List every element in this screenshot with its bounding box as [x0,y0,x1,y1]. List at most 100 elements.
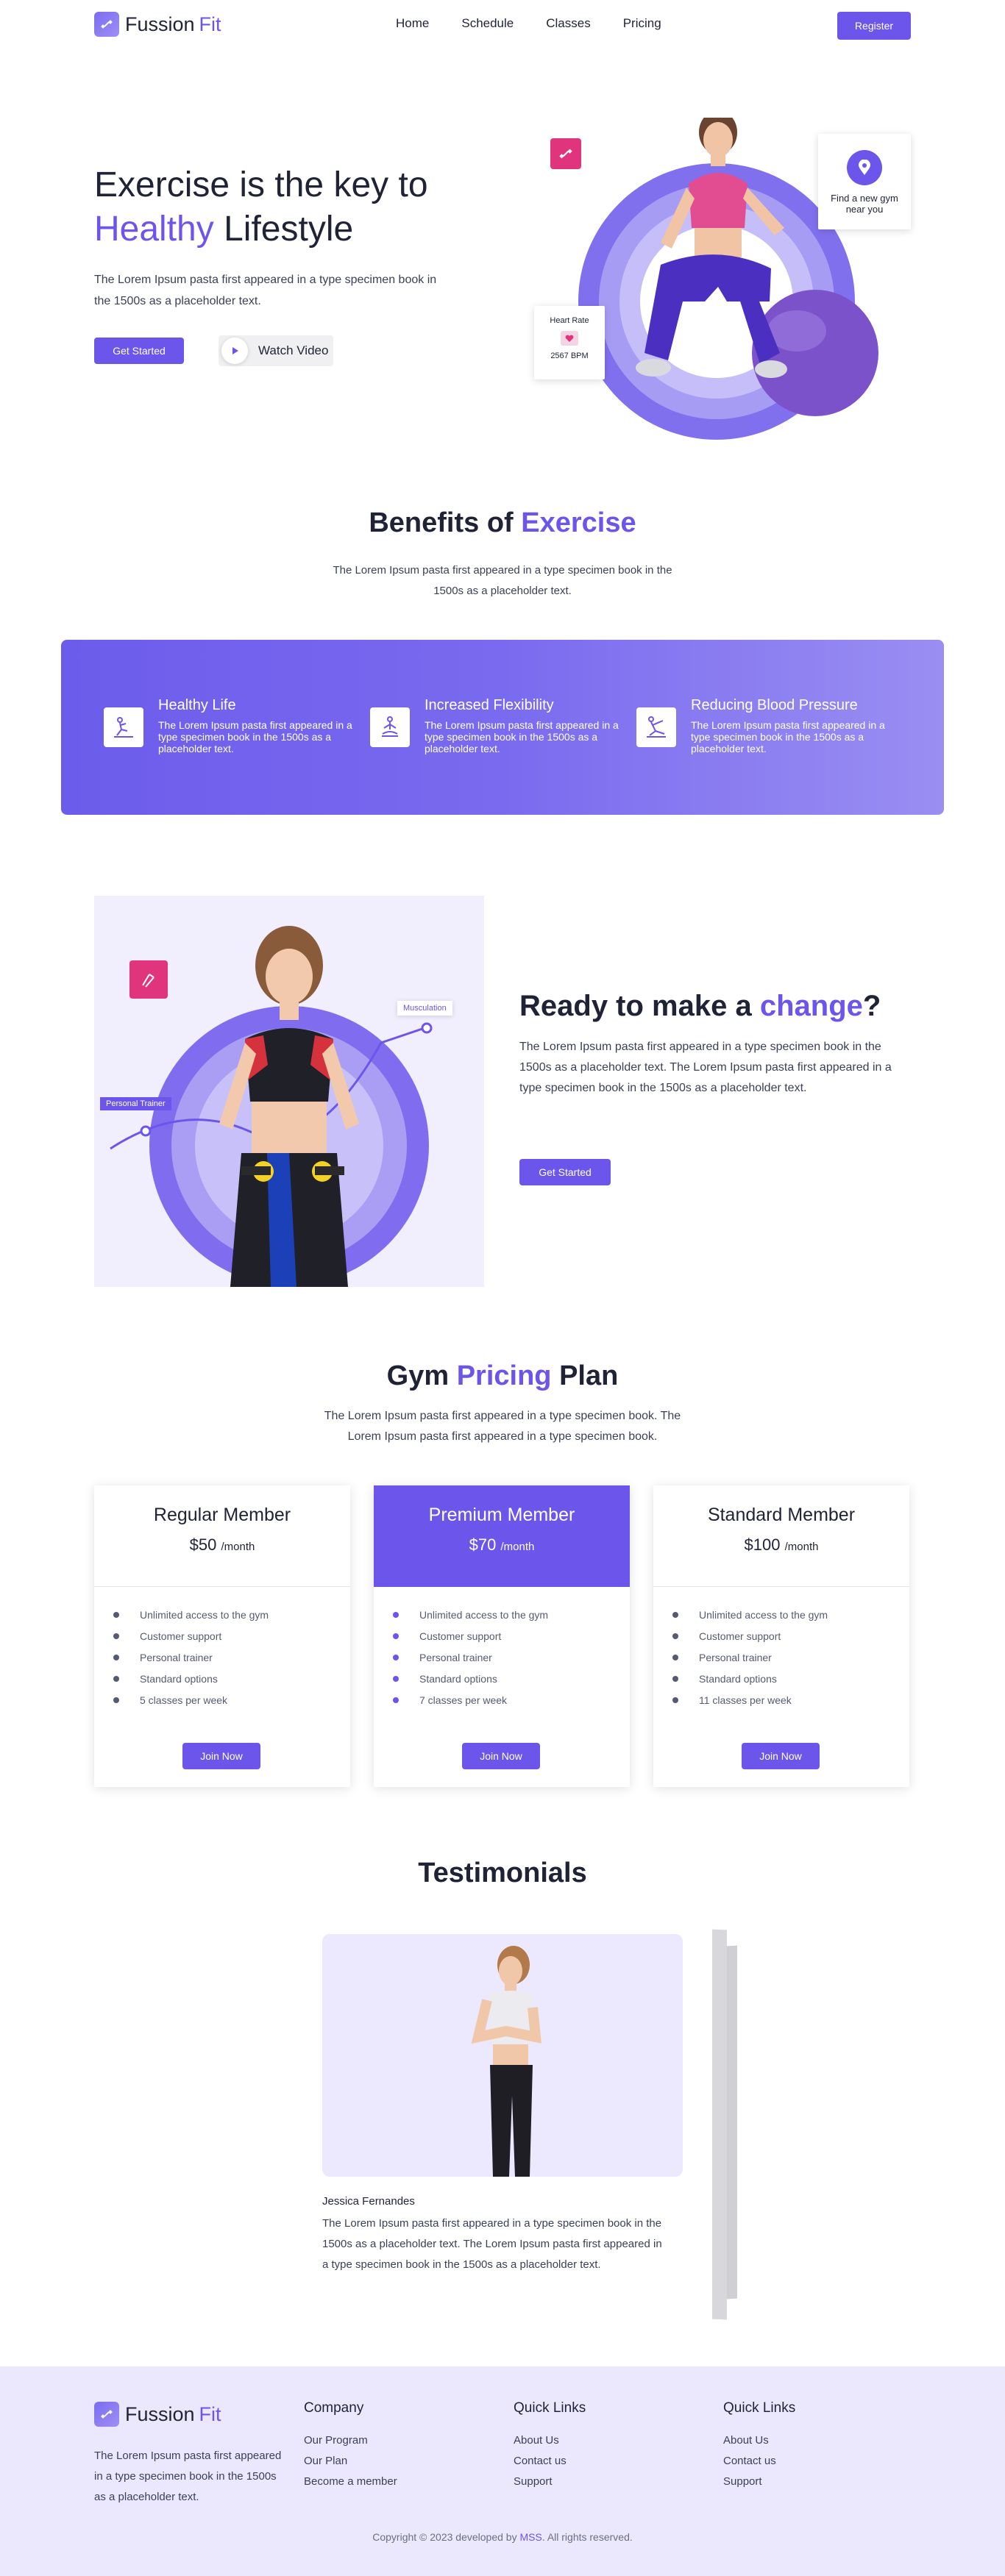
grip-badge-icon [129,960,168,999]
footer-link[interactable]: Contact us [514,2455,567,2475]
benefit-item: Healthy Life The Lorem Ipsum pasta first… [104,697,369,756]
pricing-title: Gym Pricing Plan [0,1360,1005,1392]
trainer-athlete-image [110,926,433,1287]
join-now-button[interactable]: Join Now [742,1743,820,1769]
location-pin-icon [847,150,882,185]
logo-main: Fussion [125,2402,195,2425]
hero-title-accent: Healthy [94,210,214,249]
gym-finder-label: Find a new gym near you [831,193,898,215]
copyright-brand-link[interactable]: MSS [519,2531,541,2543]
hero-title-rest: Lifestyle [213,210,354,249]
pricing-title-accent: Pricing [456,1360,552,1391]
plan-price-value: $70 [469,1535,497,1554]
join-now-button[interactable]: Join Now [462,1743,540,1769]
testimonial-photo [471,1946,541,2177]
logo-accent: Fit [199,13,221,35]
stretching-icon [636,707,676,747]
plan-feature: Unlimited access to the gym [672,1608,828,1629]
plan-price-period: /month [500,1541,535,1553]
footer-link[interactable]: About Us [514,2434,567,2455]
plan-feature: Customer support [113,1629,269,1650]
join-now-button[interactable]: Join Now [182,1743,260,1769]
benefit-item: Increased Flexibility The Lorem Ipsum pa… [370,697,635,756]
nav-link-home[interactable]: Home [396,16,429,31]
footer-link[interactable]: Become a member [304,2475,397,2496]
benefit-title: Reducing Blood Pressure [691,697,858,713]
footer-links: Our Program Our Plan Become a member [304,2434,397,2496]
change-title-end: ? [862,990,881,1022]
heart-icon [561,331,578,346]
benefits-title-accent: Exercise [521,507,636,538]
pricing-title-main: Gym [386,1360,457,1391]
plan-feature: Standard options [672,1671,828,1693]
logo-main: Fussion [125,13,195,35]
copyright: Copyright © 2023 developed by MSS. All r… [0,2531,1005,2543]
nav-link-schedule[interactable]: Schedule [461,16,514,31]
plan-card-regular: Regular Member $50 /month Unlimited acce… [94,1485,350,1787]
change-get-started-button[interactable]: Get Started [519,1159,611,1185]
footer-about: The Lorem Ipsum pasta first appeared in … [94,2450,282,2503]
plan-card-standard: Standard Member $100 /month Unlimited ac… [653,1485,909,1787]
plan-header: Premium Member $70 /month [374,1485,630,1587]
change-image: Personal Trainer Musculation [94,896,484,1287]
personal-trainer-tag: Personal Trainer [100,1097,171,1110]
plan-feature: Standard options [113,1671,269,1693]
benefits-title: Benefits of Exercise [0,507,1005,539]
gym-finder-card[interactable]: Find a new gym near you [818,134,911,229]
plan-price-period: /month [784,1541,819,1553]
footer-link[interactable]: Our Program [304,2434,397,2455]
benefits-text: The Lorem Ipsum pasta first appeared in … [333,564,672,597]
plan-price: $70 /month [374,1535,630,1555]
footer-logo[interactable]: Fussion Fit [94,2402,221,2427]
footer-link[interactable]: Contact us [723,2455,776,2475]
heart-rate-value: 2567 BPM [550,352,589,360]
plan-feature: Personal trainer [393,1650,548,1671]
footer-link[interactable]: Our Plan [304,2455,397,2475]
testimonial-text: The Lorem Ipsum pasta first appeared in … [322,2217,662,2271]
meditation-icon [370,707,410,747]
footer-link[interactable]: About Us [723,2434,776,2455]
nav-link-pricing[interactable]: Pricing [623,16,661,31]
plan-name: Regular Member [153,1505,291,1525]
exercise-icon [104,707,143,747]
footer-link[interactable]: Support [514,2475,567,2496]
plan-feature: 5 classes per week [113,1693,269,1714]
plan-feature: 7 classes per week [393,1693,548,1714]
change-title-main: Ready to make a [519,990,760,1022]
footer-link[interactable]: Support [723,2475,776,2496]
dumbbell-icon [94,2402,119,2427]
plan-name: Premium Member [428,1505,575,1525]
plan-header: Standard Member $100 /month [653,1485,909,1587]
plan-feature: Unlimited access to the gym [393,1608,548,1629]
copyright-pre: Copyright © 2023 developed by [372,2531,520,2543]
logo[interactable]: Fussion Fit [94,12,221,37]
plan-features: Unlimited access to the gym Customer sup… [393,1608,548,1714]
plan-header: Regular Member $50 /month [94,1485,350,1587]
plan-price: $50 /month [94,1535,350,1555]
watch-video-button[interactable]: Watch Video [219,335,333,366]
register-button[interactable]: Register [837,12,911,40]
plan-price: $100 /month [653,1535,909,1555]
plan-features: Unlimited access to the gym Customer sup… [113,1608,269,1714]
testimonials-title: Testimonials [418,1858,587,1888]
footer-col-title: Quick Links [723,2400,796,2416]
nav-link-classes[interactable]: Classes [546,16,590,31]
plan-price-value: $100 [744,1535,781,1554]
benefit-text: The Lorem Ipsum pasta first appeared in … [691,719,885,754]
footer-links: About Us Contact us Support [723,2434,776,2496]
plan-features: Unlimited access to the gym Customer sup… [672,1608,828,1714]
benefit-text: The Lorem Ipsum pasta first appeared in … [425,719,619,754]
footer-col-title: Quick Links [514,2400,586,2416]
plan-feature: Unlimited access to the gym [113,1608,269,1629]
testimonial-name: Jessica Fernandes [322,2195,415,2208]
pricing-title-end: Plan [551,1360,619,1391]
logo-accent: Fit [199,2402,221,2425]
plan-feature: Personal trainer [672,1650,828,1671]
hero-text: The Lorem Ipsum pasta first appeared in … [94,274,437,307]
get-started-button[interactable]: Get Started [94,338,184,364]
testimonial-stack-back [727,1945,737,2300]
pricing-text: The Lorem Ipsum pasta first appeared in … [324,1410,681,1443]
plan-card-premium: Premium Member $70 /month Unlimited acce… [374,1485,630,1787]
benefits-band: Healthy Life The Lorem Ipsum pasta first… [61,640,944,815]
benefit-title: Increased Flexibility [425,697,554,713]
